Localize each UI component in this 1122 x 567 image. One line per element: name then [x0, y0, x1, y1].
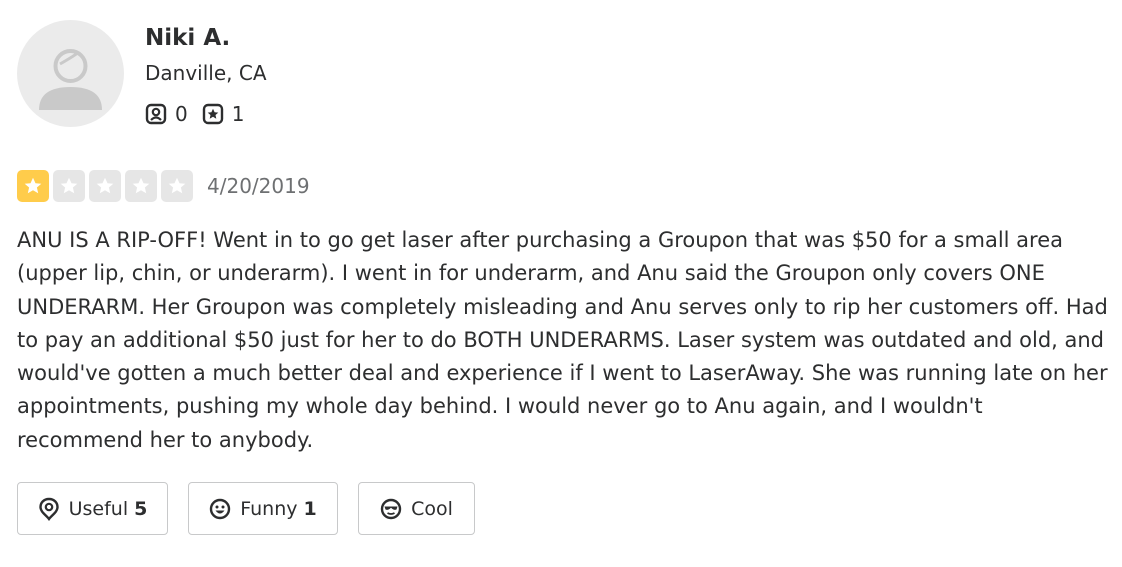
funny-button[interactable]: Funny 1: [188, 482, 338, 535]
star-empty: [89, 170, 121, 202]
rating-row: 4/20/2019: [17, 170, 310, 202]
review-text: ANU IS A RIP-OFF! Went in to go get lase…: [17, 228, 1108, 452]
smiley-icon: [210, 498, 231, 519]
user-stats: 0 1: [145, 99, 258, 129]
friends-count: 0: [175, 102, 188, 126]
reviews-count: 1: [231, 102, 245, 126]
star-icon: [24, 177, 42, 194]
review-date: 4/20/2019: [207, 174, 310, 198]
star-icon: [60, 177, 78, 194]
friends-icon: [145, 103, 167, 125]
star-empty: [161, 170, 193, 202]
useful-count: 5: [134, 497, 148, 520]
cool-label: Cool: [411, 497, 453, 520]
useful-label: Useful: [68, 497, 129, 520]
star-icon: [168, 177, 186, 194]
star-icon: [96, 177, 114, 194]
star-icon: [132, 177, 150, 194]
user-name[interactable]: Niki A.: [145, 22, 230, 54]
lightbulb-icon: [38, 497, 59, 521]
funny-count: 1: [303, 497, 317, 520]
review-actions: Useful 5 Funny 1 Cool: [17, 482, 495, 535]
friends-stat: 0: [145, 102, 188, 126]
useful-button[interactable]: Useful 5: [17, 482, 168, 535]
user-location: Danville, CA: [145, 61, 267, 85]
star-filled: [17, 170, 49, 202]
sunglasses-icon: [380, 498, 402, 519]
review-star-icon: [202, 103, 223, 125]
star-empty: [53, 170, 85, 202]
star-empty: [125, 170, 157, 202]
funny-label: Funny: [240, 497, 298, 520]
avatar[interactable]: [17, 20, 124, 127]
reviews-stat: 1: [202, 102, 245, 126]
default-user-avatar-icon: [39, 49, 102, 110]
star-rating: [17, 170, 197, 202]
cool-button[interactable]: Cool: [358, 482, 475, 535]
